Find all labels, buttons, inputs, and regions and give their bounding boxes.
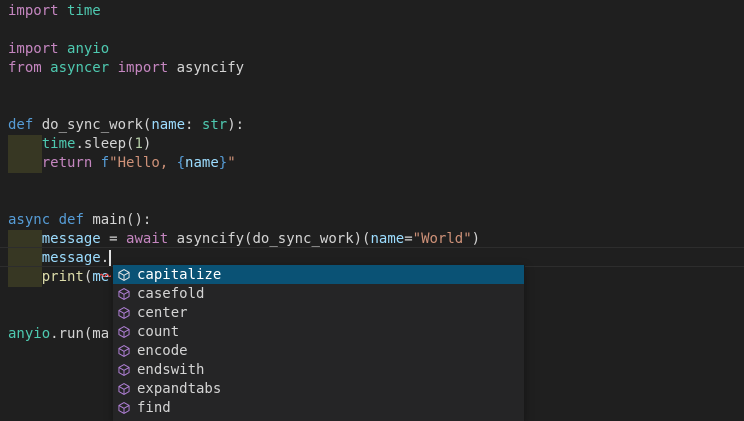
code-token: print <box>42 269 84 285</box>
symbol-method-icon <box>116 362 132 378</box>
code-token <box>8 250 42 266</box>
code-line[interactable]: async def main(): <box>8 211 744 230</box>
suggestion-label: count <box>137 324 179 340</box>
code-token <box>42 60 50 76</box>
code-token: time <box>42 136 76 152</box>
symbol-method-icon <box>116 267 132 283</box>
suggestion-label: capitalize <box>137 267 221 283</box>
suggestion-label: center <box>137 305 188 321</box>
code-token: sleep <box>84 136 126 152</box>
symbol-method-icon <box>116 286 132 302</box>
code-token <box>59 41 67 57</box>
symbol-method-icon <box>116 305 132 321</box>
code-line[interactable]: time.sleep(1) <box>8 135 744 154</box>
symbol-method-icon <box>116 324 132 340</box>
code-token: ) <box>143 136 151 152</box>
code-token: name <box>370 231 404 247</box>
code-line[interactable] <box>8 97 744 116</box>
code-token: name <box>185 155 219 171</box>
code-token: from <box>8 60 42 76</box>
code-token: .run(ma <box>50 326 109 342</box>
code-token: ) <box>472 231 480 247</box>
suggestion-item[interactable]: casefold <box>113 284 524 303</box>
code-token <box>8 136 42 152</box>
suggestion-label: find <box>137 400 171 416</box>
code-token: await <box>126 231 168 247</box>
code-token: message <box>42 250 101 266</box>
code-token <box>8 269 42 285</box>
symbol-method-icon <box>116 381 132 397</box>
code-token: ): <box>227 117 244 133</box>
code-line[interactable]: import time <box>8 2 744 21</box>
code-token: "World" <box>413 231 472 247</box>
code-token: " <box>227 155 235 171</box>
suggestion-item[interactable]: capitalize <box>113 265 524 284</box>
code-token <box>92 155 100 171</box>
code-token: { <box>177 155 185 171</box>
code-token: anyio <box>8 326 50 342</box>
code-token: name <box>151 117 185 133</box>
code-line[interactable] <box>8 192 744 211</box>
code-line[interactable] <box>8 78 744 97</box>
code-line[interactable]: import anyio <box>8 40 744 59</box>
autocomplete-dropdown[interactable]: capitalize casefold center count encode … <box>113 265 525 421</box>
code-line[interactable] <box>8 173 744 192</box>
code-line[interactable] <box>8 21 744 40</box>
code-token: = <box>101 231 126 247</box>
text-cursor <box>109 250 111 266</box>
code-token <box>50 212 58 228</box>
code-line[interactable]: return f"Hello, {name}" <box>8 154 744 173</box>
code-token: import <box>118 60 169 76</box>
suggestion-label: expandtabs <box>137 381 221 397</box>
code-token <box>109 60 117 76</box>
symbol-method-icon <box>116 343 132 359</box>
code-token: import <box>8 41 59 57</box>
suggestion-item[interactable]: endswith <box>113 360 524 379</box>
suggestion-label: encode <box>137 343 188 359</box>
suggestion-label: casefold <box>137 286 204 302</box>
suggestion-item[interactable]: count <box>113 322 524 341</box>
code-token: def <box>59 212 84 228</box>
code-line[interactable]: from asyncer import asyncify <box>8 59 744 78</box>
code-token: "Hello, <box>109 155 176 171</box>
code-token: asyncify <box>168 60 244 76</box>
code-token: time <box>67 3 101 19</box>
suggestion-item[interactable]: expandtabs <box>113 379 524 398</box>
suggestion-item[interactable]: encode <box>113 341 524 360</box>
suggestion-item[interactable]: center <box>113 303 524 322</box>
code-token: import <box>8 3 59 19</box>
code-token: 1 <box>134 136 142 152</box>
code-token: str <box>202 117 227 133</box>
code-token: asyncer <box>50 60 109 76</box>
code-line[interactable]: message = await asyncify(do_sync_work)(n… <box>8 230 744 249</box>
code-token: = <box>404 231 412 247</box>
code-token: . <box>75 136 83 152</box>
code-token <box>8 231 42 247</box>
code-token: : <box>185 117 202 133</box>
code-token: } <box>219 155 227 171</box>
code-line[interactable]: def do_sync_work(name: str): <box>8 116 744 135</box>
code-token: async <box>8 212 50 228</box>
code-token: f <box>101 155 109 171</box>
code-token: return <box>42 155 93 171</box>
code-token: do_sync_work( <box>33 117 151 133</box>
code-token: anyio <box>67 41 109 57</box>
suggestion-item[interactable]: find <box>113 398 524 417</box>
symbol-method-icon <box>116 400 132 416</box>
code-token <box>8 155 42 171</box>
code-token: asyncify(do_sync_work)( <box>168 231 370 247</box>
code-editor[interactable]: import timeimport anyiofrom asyncer impo… <box>0 0 744 421</box>
code-token <box>59 3 67 19</box>
code-token: def <box>8 117 33 133</box>
code-token: main(): <box>84 212 151 228</box>
code-token: message <box>42 231 101 247</box>
suggestion-label: endswith <box>137 362 204 378</box>
